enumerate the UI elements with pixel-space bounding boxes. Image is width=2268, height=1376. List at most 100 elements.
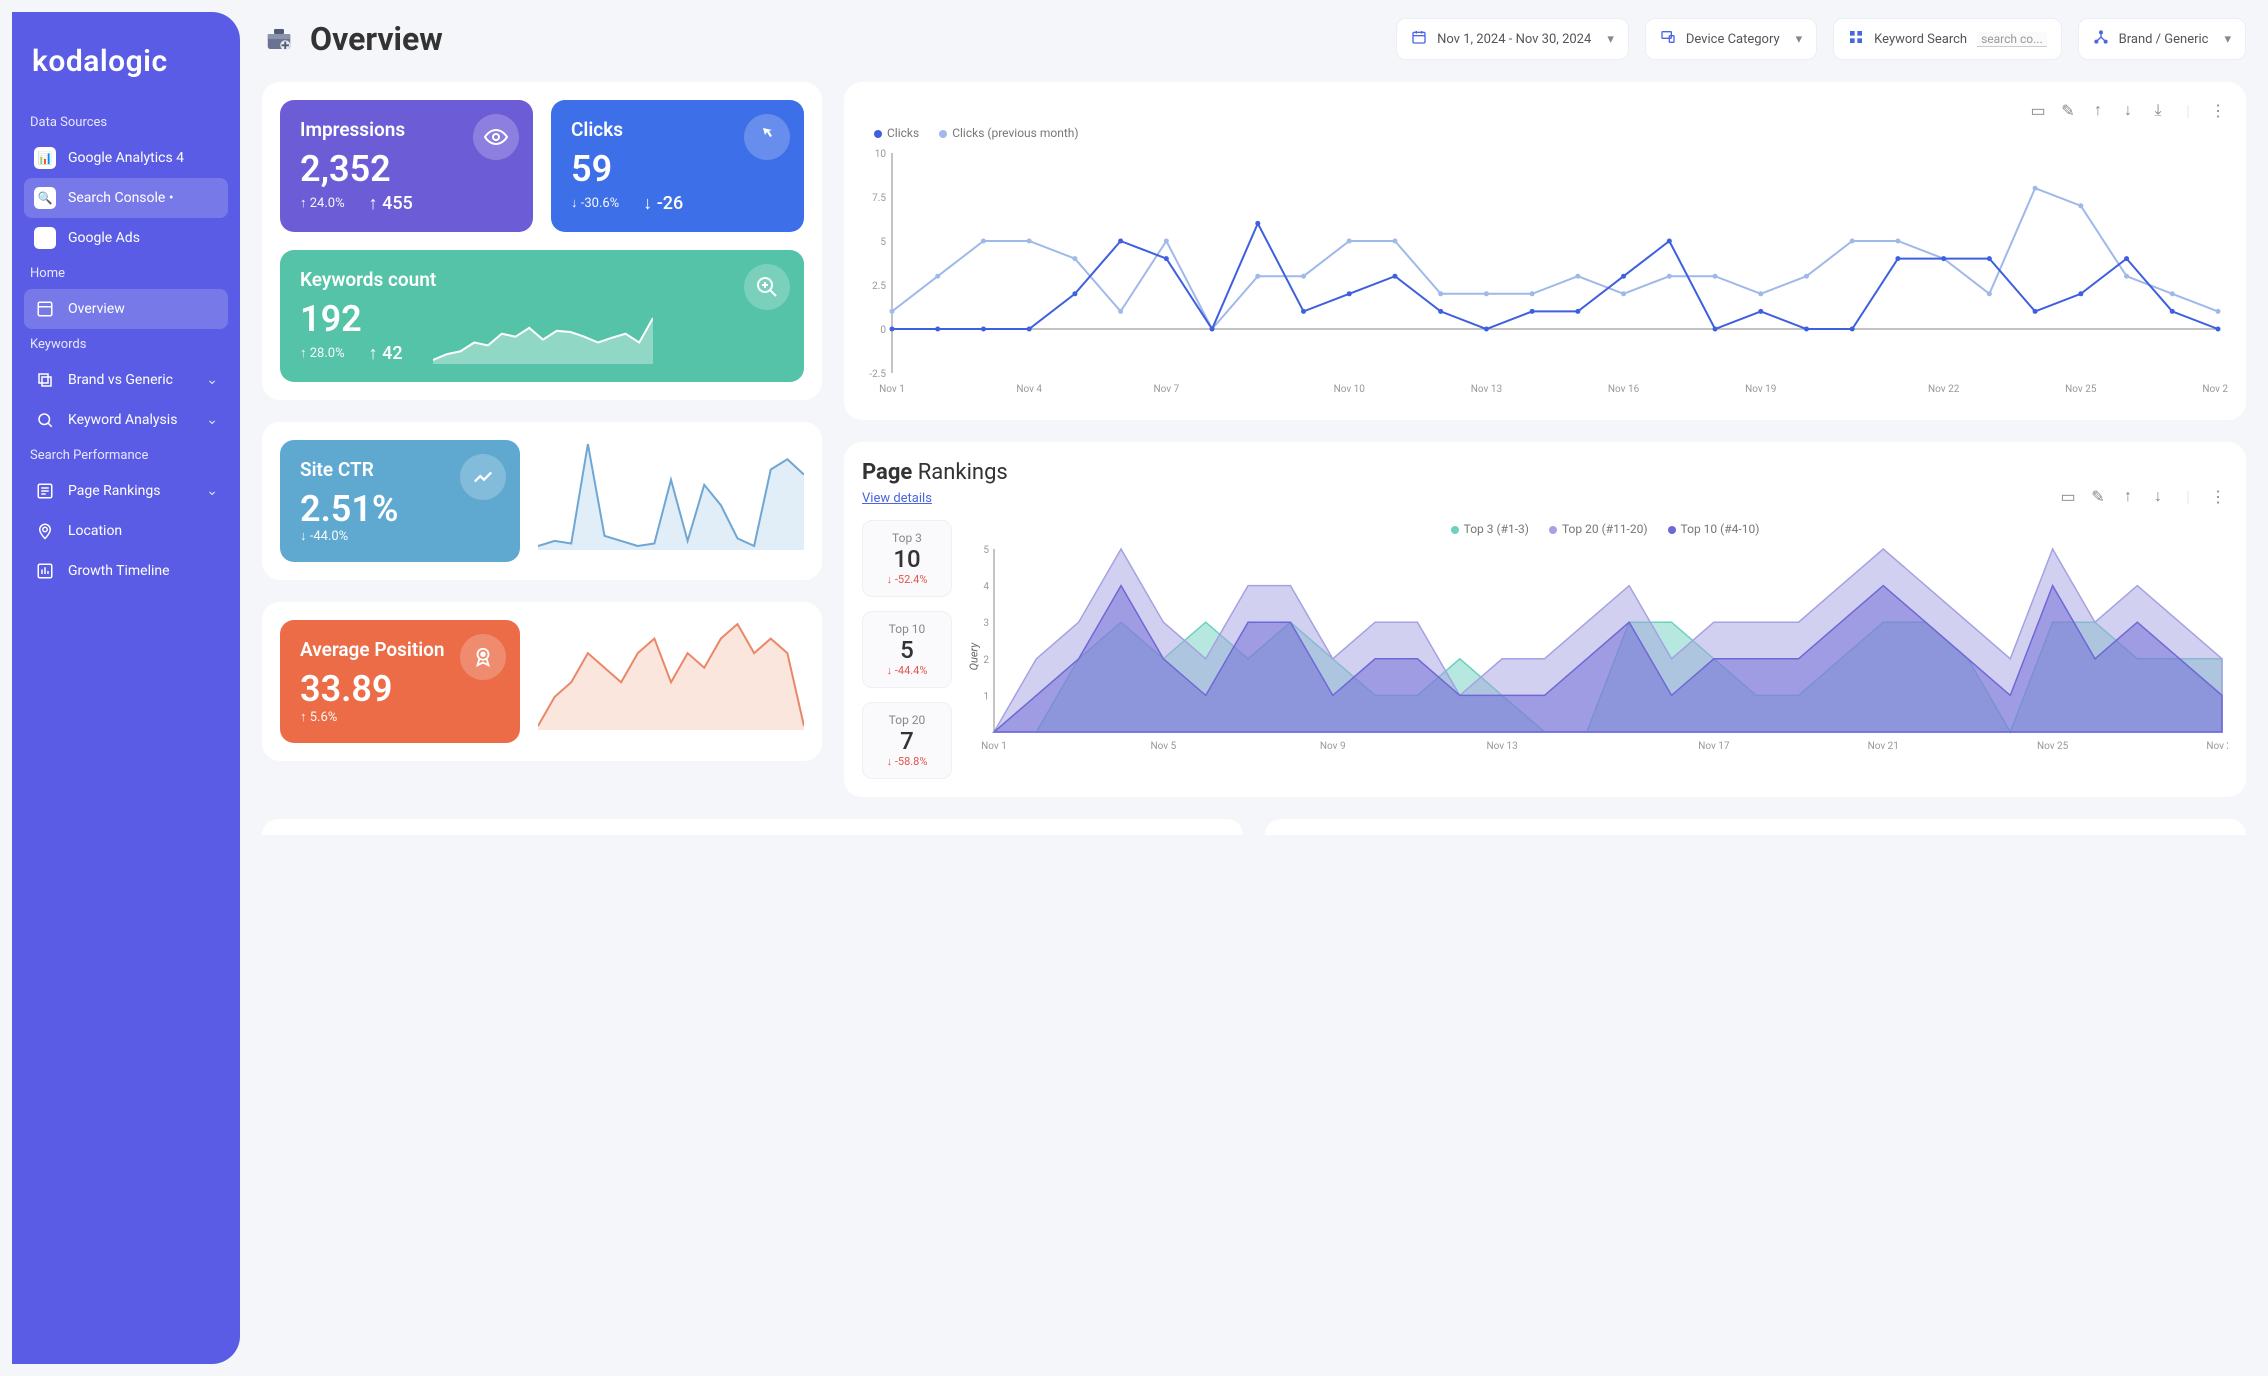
sidebar-item-search-console[interactable]: 🔍 Search Console • — [24, 178, 228, 218]
clicks-chart-panel: ▭ ✎ ↑ ↓ ⤓ | ⋮ Clicks Clicks (previous mo… — [844, 82, 2246, 420]
chart-legend: Clicks Clicks (previous month) — [874, 126, 2228, 140]
svg-text:-2.5: -2.5 — [869, 369, 886, 380]
arrow-down-icon[interactable]: ↓ — [2118, 100, 2138, 120]
sidebar-item-overview[interactable]: Overview — [24, 289, 228, 329]
avg-position-chart — [538, 620, 804, 743]
sidebar-item-ga4[interactable]: 📊 Google Analytics 4 — [24, 138, 228, 178]
select-tool-icon[interactable]: ▭ — [2028, 100, 2048, 120]
keyword-search[interactable]: Keyword Search search co... — [1833, 18, 2061, 60]
topbar: Overview Nov 1, 2024 - Nov 30, 2024 ▾ De… — [262, 18, 2246, 60]
card-keywords-count[interactable]: Keywords count 192 28.0% 42 — [280, 250, 804, 382]
ctr-chart — [538, 440, 804, 563]
card-value: 192 — [300, 301, 403, 339]
rankings-icon — [34, 480, 56, 502]
sidebar-item-location[interactable]: Location — [24, 511, 228, 551]
svg-text:5: 5 — [983, 545, 989, 556]
peek-panel-2 — [1265, 819, 2246, 835]
page-rankings-title: Page Rankings — [862, 460, 2228, 485]
sidebar-item-keyword-analysis[interactable]: Keyword Analysis ⌄ — [24, 400, 228, 440]
export-icon[interactable]: ⤓ — [2148, 100, 2168, 120]
section-keywords: Keywords — [30, 337, 222, 352]
stat-top20: Top 20 7 -58.8% — [862, 702, 952, 779]
avg-position-panel: Average Position 33.89 5.6% — [262, 602, 822, 761]
sidebar-item-growth-timeline[interactable]: Growth Timeline — [24, 551, 228, 591]
svg-text:Nov 1: Nov 1 — [981, 741, 1007, 752]
rankings-legend: Top 3 (#1-3) Top 20 (#11-20) Top 10 (#4-… — [982, 522, 2228, 536]
arrow-up-icon[interactable]: ↑ — [2088, 100, 2108, 120]
card-delta: 455 — [369, 193, 413, 214]
legend-item: Top 20 (#11-20) — [1549, 522, 1648, 536]
branch-icon — [2093, 29, 2109, 49]
chart-toolbar: ▭ ✎ ↑ ↓ ⤓ | ⋮ — [862, 100, 2228, 120]
brand-logo: kodalogic — [32, 44, 220, 79]
svg-text:5: 5 — [880, 237, 886, 248]
device-category-selector[interactable]: Device Category ▾ — [1645, 18, 1817, 60]
date-range-text: Nov 1, 2024 - Nov 30, 2024 — [1437, 32, 1591, 47]
svg-text:Nov 25: Nov 25 — [2037, 741, 2069, 752]
caret-down-icon: ▾ — [1607, 32, 1614, 47]
brand-generic-text: Brand / Generic — [2119, 32, 2209, 47]
card-title: Keywords count — [300, 268, 784, 291]
card-pct: 28.0% — [300, 345, 345, 361]
page-title-text: Overview — [310, 20, 443, 58]
sidebar-item-google-ads[interactable]: ▲ Google Ads — [24, 218, 228, 258]
more-icon[interactable]: ⋮ — [2208, 486, 2228, 506]
trend-icon — [460, 454, 506, 500]
device-icon — [1660, 29, 1676, 49]
svg-text:1: 1 — [983, 691, 989, 702]
svg-text:Nov 28: Nov 28 — [2202, 384, 2228, 395]
sidebar-item-label: Search Console • — [68, 190, 174, 206]
toolbox-icon — [262, 22, 296, 56]
caret-down-icon: ▾ — [2224, 32, 2231, 47]
arrow-up-icon[interactable]: ↑ — [2118, 486, 2138, 506]
click-icon — [744, 114, 790, 160]
svg-text:Nov 16: Nov 16 — [1608, 384, 1640, 395]
chevron-down-icon: ⌄ — [206, 412, 218, 428]
date-range-selector[interactable]: Nov 1, 2024 - Nov 30, 2024 ▾ — [1396, 18, 1629, 60]
svg-text:Nov 4: Nov 4 — [1016, 384, 1042, 395]
more-icon[interactable]: ⋮ — [2208, 100, 2228, 120]
brand-generic-selector[interactable]: Brand / Generic ▾ — [2078, 18, 2246, 60]
edit-icon[interactable]: ✎ — [2058, 100, 2078, 120]
svg-text:Nov 17: Nov 17 — [1698, 741, 1730, 752]
layers-icon — [34, 369, 56, 391]
divider: | — [2178, 100, 2198, 120]
svg-text:Nov 7: Nov 7 — [1153, 384, 1179, 395]
timeline-icon — [34, 560, 56, 582]
sidebar-item-brand-vs-generic[interactable]: Brand vs Generic ⌄ — [24, 360, 228, 400]
svg-text:4: 4 — [983, 582, 989, 593]
section-search-performance: Search Performance — [30, 448, 222, 463]
chart-toolbar: ▭ ✎ ↑ ↓ | ⋮ — [862, 486, 2228, 506]
svg-text:2.5: 2.5 — [872, 281, 886, 292]
svg-text:Nov 25: Nov 25 — [2065, 384, 2097, 395]
card-pct: 5.6% — [300, 709, 500, 725]
card-site-ctr[interactable]: Site CTR 2.51% -44.0% — [280, 440, 520, 563]
section-home: Home — [30, 266, 222, 281]
card-clicks[interactable]: Clicks 59 -30.6% -26 — [551, 100, 804, 232]
card-value: 2,352 — [300, 151, 513, 189]
sidebar-item-label: Google Analytics 4 — [68, 150, 184, 166]
keyword-search-label: Keyword Search — [1874, 32, 1967, 47]
sidebar-item-label: Overview — [68, 301, 125, 317]
select-tool-icon[interactable]: ▭ — [2058, 486, 2078, 506]
page-rankings-panel: Page Rankings View details ▭ ✎ ↑ ↓ | ⋮ — [844, 442, 2246, 797]
card-avg-position[interactable]: Average Position 33.89 5.6% — [280, 620, 520, 743]
sidebar: kodalogic Data Sources 📊 Google Analytic… — [12, 12, 240, 1364]
ads-icon: ▲ — [34, 227, 56, 249]
svg-text:Nov 10: Nov 10 — [1334, 384, 1366, 395]
svg-text:Nov 29: Nov 29 — [2206, 741, 2228, 752]
svg-text:Nov 1: Nov 1 — [879, 384, 905, 395]
sidebar-item-page-rankings[interactable]: Page Rankings ⌄ — [24, 471, 228, 511]
metrics-panel: Impressions 2,352 24.0% 455 — [262, 82, 822, 400]
svg-text:Nov 21: Nov 21 — [1868, 741, 1899, 752]
sidebar-item-label: Keyword Analysis — [68, 412, 177, 428]
card-pct: 24.0% — [300, 195, 345, 211]
analysis-icon — [34, 409, 56, 431]
arrow-down-icon[interactable]: ↓ — [2148, 486, 2168, 506]
card-impressions[interactable]: Impressions 2,352 24.0% 455 — [280, 100, 533, 232]
card-value: 33.89 — [300, 671, 500, 709]
overview-icon — [34, 298, 56, 320]
view-details-link[interactable]: View details — [862, 491, 932, 506]
sidebar-item-label: Location — [68, 523, 122, 539]
edit-icon[interactable]: ✎ — [2088, 486, 2108, 506]
